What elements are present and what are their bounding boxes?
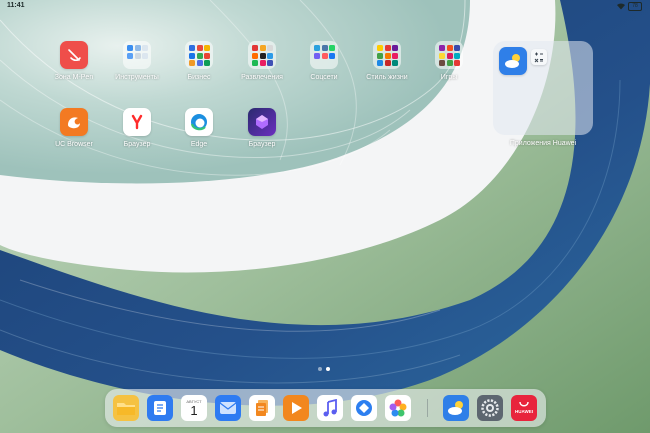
dock-files[interactable] (113, 395, 139, 421)
document-icon (256, 400, 268, 416)
weather-cloud-sun-icon (448, 401, 463, 415)
dock-web-browser[interactable] (351, 395, 377, 421)
dock-calendar[interactable]: АВГУСТ 1 (181, 395, 207, 421)
dock-settings[interactable] (477, 395, 503, 421)
folder-entertainment[interactable]: Развлечения (227, 41, 297, 81)
dock-video[interactable] (283, 395, 309, 421)
status-time: 11:41 (7, 2, 25, 9)
home-screen: 11:41 78 Зона M-Pen Инструменты Бизнес Р… (0, 0, 650, 433)
app-label: Игры (440, 74, 458, 81)
app-label: Развлечения (241, 74, 283, 81)
page-dot-active[interactable] (326, 367, 330, 371)
shopping-bag-icon (519, 401, 529, 407)
globe-icon (356, 400, 372, 416)
notepad-icon (154, 401, 166, 415)
app-label: Браузер (123, 141, 151, 148)
mail-icon (219, 402, 237, 414)
app-label: Соцсети (310, 74, 338, 81)
folder-icon (373, 41, 401, 69)
dock-notepad[interactable] (147, 395, 173, 421)
dock-divider (427, 399, 428, 417)
dock: АВГУСТ 1 HUAWEI (105, 389, 546, 427)
folder-icon (185, 41, 213, 69)
app-edge[interactable]: Edge (164, 108, 234, 148)
status-bar: 11:41 78 (0, 0, 650, 14)
dock-docs[interactable] (249, 395, 275, 421)
folder-tools[interactable]: Инструменты (102, 41, 172, 81)
photos-flower-icon (389, 399, 407, 417)
app-label: Браузер (248, 141, 276, 148)
music-note-icon (323, 399, 337, 417)
wifi-icon (617, 3, 625, 10)
dock-appgallery[interactable]: HUAWEI (511, 395, 537, 421)
huawei-wordmark: HUAWEI (515, 409, 533, 414)
app-mpen-zone[interactable]: Зона M-Pen (39, 41, 109, 81)
app-label: Бизнес (187, 74, 211, 81)
app-browser[interactable]: Браузер (227, 108, 297, 148)
squirrel-icon (60, 108, 88, 136)
gear-icon (481, 399, 499, 417)
folder-icon (435, 41, 463, 69)
app-label: Edge (190, 141, 208, 148)
folder-icon (310, 41, 338, 69)
folder-lifestyle[interactable]: Стиль жизни (352, 41, 422, 81)
folder-label: Приложения Huawei (509, 140, 577, 147)
folder-icon (248, 41, 276, 69)
folder-business[interactable]: Бизнес (164, 41, 234, 81)
calendar-day: 1 (190, 402, 198, 418)
app-label: Стиль жизни (366, 74, 408, 81)
folder-huawei-apps[interactable] (493, 41, 593, 135)
battery-icon: 78 (628, 2, 642, 11)
app-label: UC Browser (55, 141, 93, 148)
page-indicator (318, 367, 330, 371)
folder-social[interactable]: Соцсети (289, 41, 359, 81)
play-icon (292, 402, 302, 414)
browser-icon (248, 108, 276, 136)
app-yandex-browser[interactable]: Браузер (102, 108, 172, 148)
page-dot[interactable] (318, 367, 322, 371)
app-uc-browser[interactable]: UC Browser (39, 108, 109, 148)
app-label: Зона M-Pen (54, 74, 94, 81)
edge-icon (185, 108, 213, 136)
folder-games[interactable]: Игры (414, 41, 484, 81)
yandex-icon (123, 108, 151, 136)
pen-icon (60, 41, 88, 69)
app-label: Инструменты (115, 74, 159, 81)
folder-icon (123, 41, 151, 69)
calculator-icon (531, 49, 547, 65)
dock-weather[interactable] (443, 395, 469, 421)
dock-email[interactable] (215, 395, 241, 421)
dock-gallery[interactable] (385, 395, 411, 421)
folder-files-icon (117, 403, 135, 415)
weather-icon (499, 47, 527, 75)
dock-music[interactable] (317, 395, 343, 421)
